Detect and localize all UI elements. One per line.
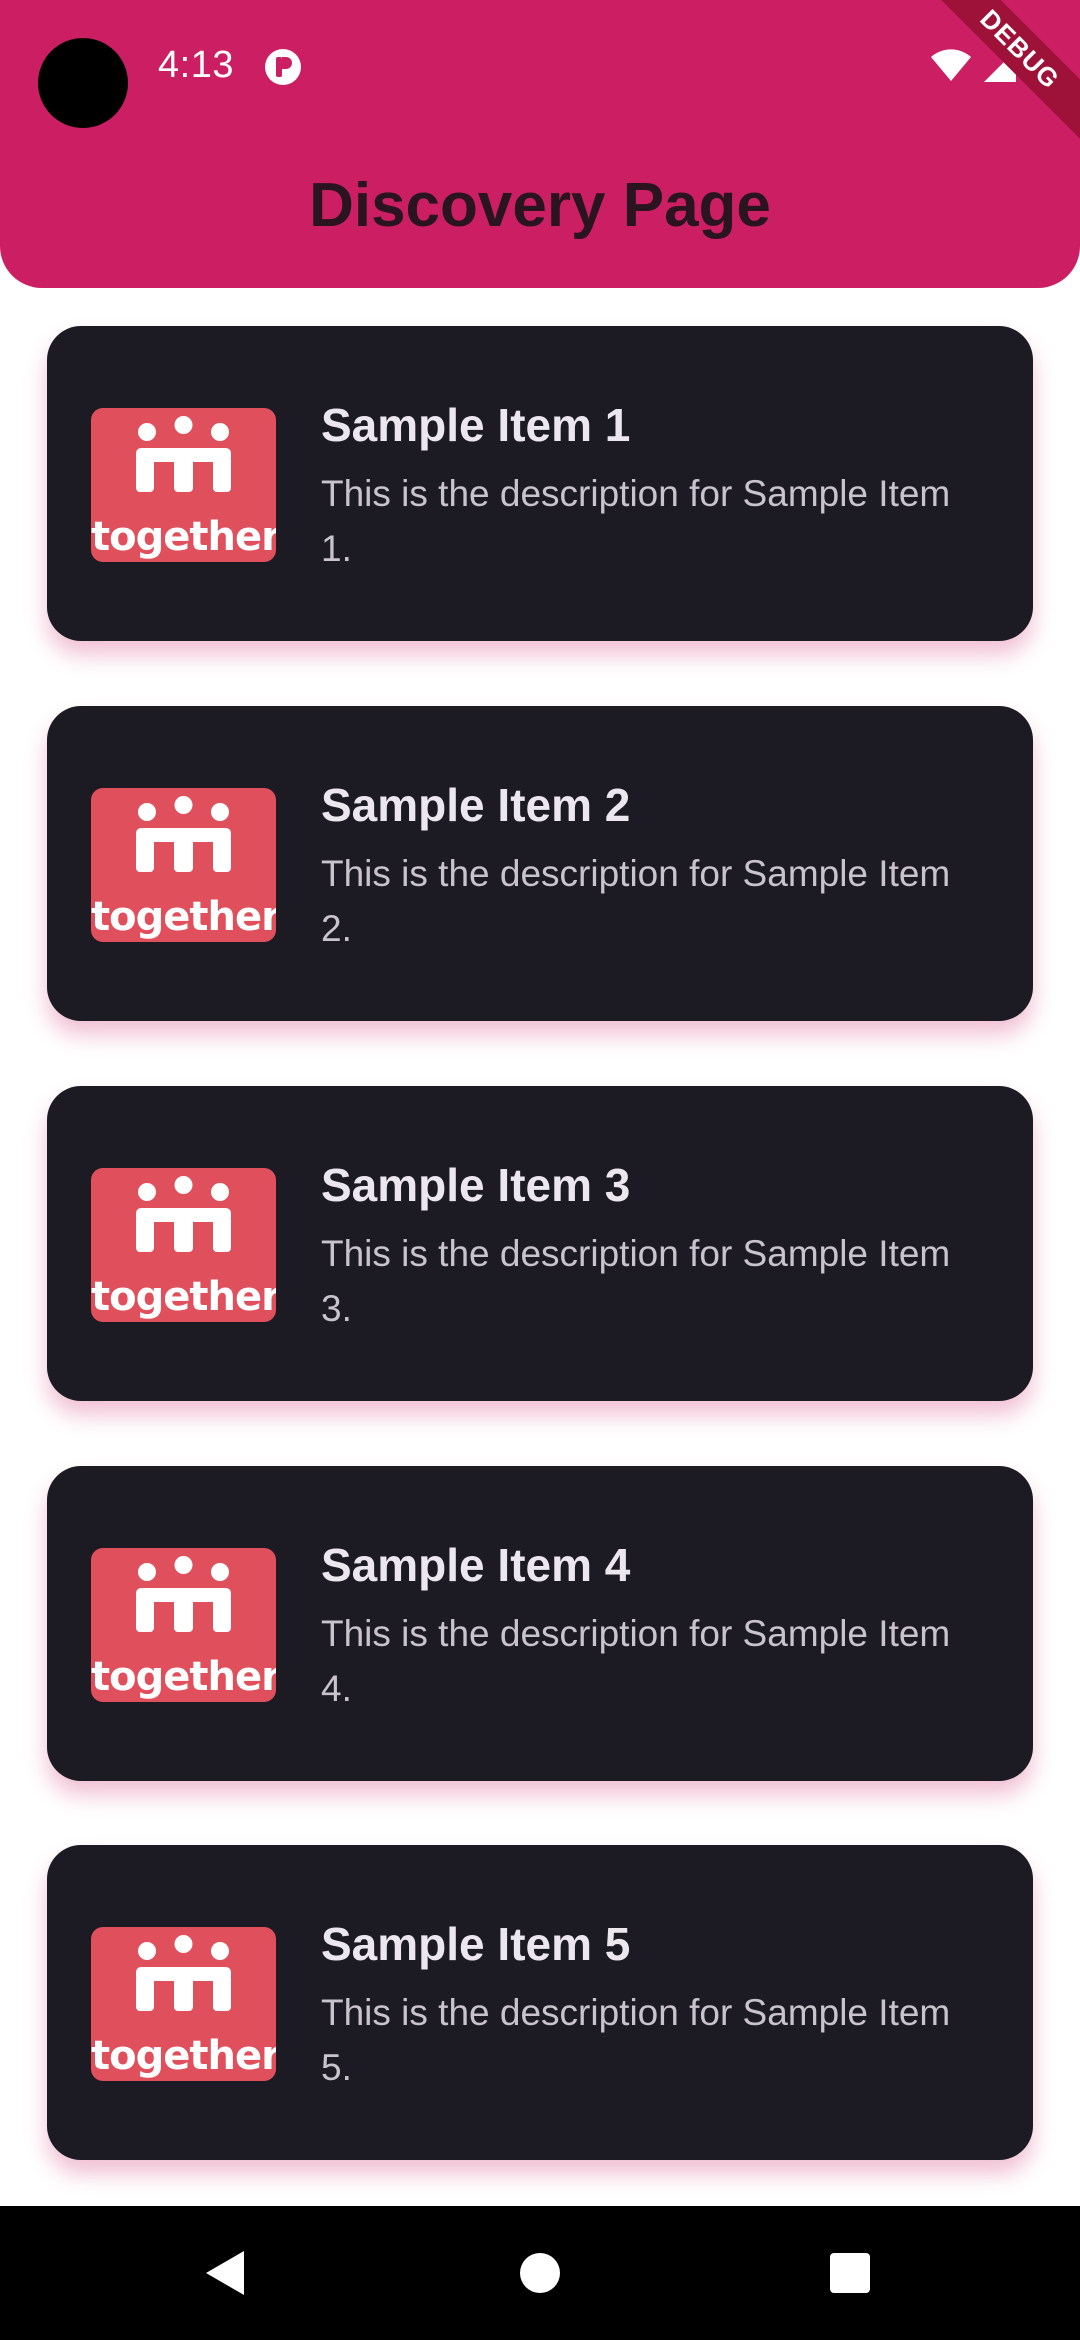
item-description: This is the description for Sample Item … [321,1233,951,1329]
item-card[interactable]: together Sample Item 3 This is the descr… [47,1086,1033,1401]
item-card[interactable]: together Sample Item 5 This is the descr… [47,1845,1033,2160]
people-logo-icon [136,1176,231,1252]
item-description: This is the description for Sample Item … [321,473,951,569]
together-logo: together [91,1927,276,2081]
people-logo-icon [136,1556,231,1632]
status-time: 4:13 [158,44,234,86]
logo-text: together [91,2033,276,2079]
navigation-bar [0,2206,1080,2340]
back-icon [206,2251,244,2295]
app-bar: 4:13 Discovery Page DEBUG [0,0,1080,288]
recents-icon [830,2253,870,2293]
camera-cutout [38,38,128,128]
back-button[interactable] [165,2206,285,2340]
home-icon [520,2253,560,2293]
wifi-icon [931,49,971,81]
item-description: This is the description for Sample Item … [321,1613,951,1709]
item-description: This is the description for Sample Item … [321,1992,951,2088]
item-card[interactable]: together Sample Item 4 This is the descr… [47,1466,1033,1781]
people-logo-icon [136,416,231,492]
logo-text: together [91,514,276,560]
together-logo: together [91,1168,276,1322]
people-logo-icon [136,1935,231,2011]
item-title: Sample Item 1 [321,399,631,451]
together-logo: together [91,1548,276,1702]
page-title: Discovery Page [309,171,771,240]
together-logo: together [91,788,276,942]
item-list[interactable]: together Sample Item 1 This is the descr… [0,288,1080,2206]
item-description: This is the description for Sample Item … [321,853,951,949]
item-title: Sample Item 5 [321,1918,631,1970]
logo-text: together [91,894,276,940]
item-title: Sample Item 2 [321,779,631,831]
logo-text: together [91,1654,276,1700]
home-button[interactable] [480,2206,600,2340]
logo-text: together [91,1274,276,1320]
item-title: Sample Item 4 [321,1539,631,1591]
item-card[interactable]: together Sample Item 1 This is the descr… [47,326,1033,641]
people-logo-icon [136,796,231,872]
item-card[interactable]: together Sample Item 2 This is the descr… [47,706,1033,1021]
item-title: Sample Item 3 [321,1159,631,1211]
recents-button[interactable] [790,2206,910,2340]
notification-app-icon [265,49,301,85]
together-logo: together [91,408,276,562]
